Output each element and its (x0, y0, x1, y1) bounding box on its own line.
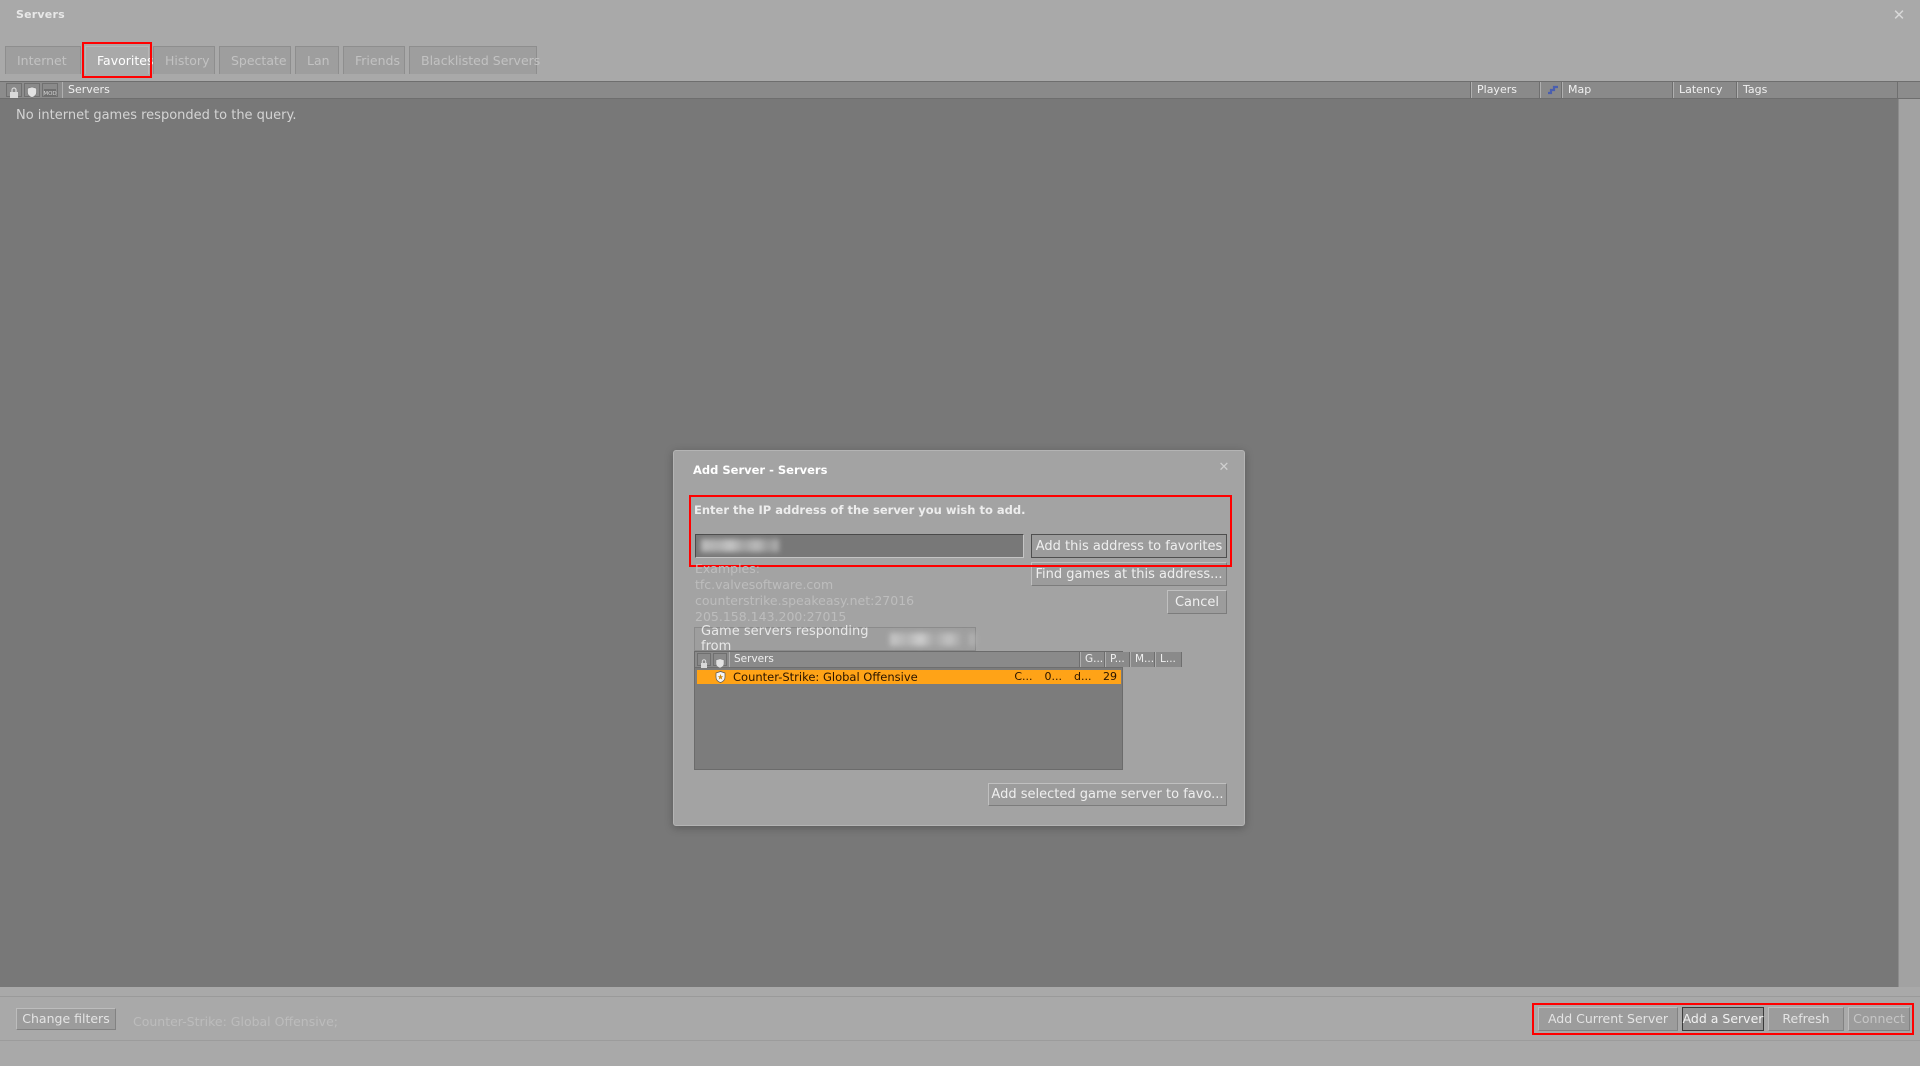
row-latency: 29 (1103, 670, 1117, 683)
column-header-latency[interactable]: Latency (1673, 82, 1737, 98)
row-map: d... (1074, 670, 1092, 683)
row-game: C... (1014, 670, 1033, 683)
lock-icon[interactable] (6, 83, 22, 98)
add-a-server-button[interactable]: Add a Server (1682, 1007, 1764, 1031)
close-icon[interactable]: ✕ (1888, 4, 1910, 26)
lock-icon[interactable] (697, 653, 711, 668)
column-header-tags[interactable]: Tags (1737, 82, 1898, 98)
shield-icon (715, 671, 726, 683)
dialog-column-header-2[interactable]: P... (1105, 652, 1130, 667)
cancel-button[interactable]: Cancel (1167, 590, 1227, 614)
tab-history[interactable]: History (153, 46, 215, 74)
example-address: 205.158.143.200:27015 (695, 609, 847, 624)
column-header-map[interactable]: Map (1562, 82, 1673, 98)
column-header-servers[interactable]: Servers (62, 82, 1471, 98)
mod-icon[interactable]: MOD (42, 83, 58, 97)
window-titlebar: Servers ✕ (0, 0, 1920, 30)
dialog-list-column-header: Servers G... P... M... L... (695, 652, 1182, 669)
tab-friends[interactable]: Friends (343, 46, 405, 74)
table-row[interactable]: Counter-Strike: Global Offensive C... 0.… (697, 670, 1121, 684)
tab-spectate[interactable]: Spectate (219, 46, 291, 74)
tab-favorites[interactable]: Favorites (85, 46, 153, 74)
redacted-ip-value (701, 539, 779, 552)
examples-label: Examples: (695, 561, 760, 576)
column-header-players[interactable]: Players (1471, 82, 1540, 98)
ip-address-input[interactable] (695, 534, 1024, 558)
connect-button[interactable]: Connect (1848, 1007, 1910, 1031)
find-games-at-address-button[interactable]: Find games at this address... (1031, 562, 1227, 586)
vertical-scrollbar[interactable] (1898, 99, 1920, 987)
add-server-dialog: Add Server - Servers ✕ Enter the IP addr… (673, 450, 1245, 826)
responding-from-box: Game servers responding from (694, 624, 976, 654)
shield-icon[interactable] (713, 653, 727, 669)
dialog-prompt: Enter the IP address of the server you w… (694, 503, 1026, 517)
tab-lan[interactable]: Lan (295, 46, 339, 74)
dialog-title: Add Server - Servers (693, 463, 828, 477)
dialog-column-header-4[interactable]: L... (1155, 652, 1182, 667)
redacted-responding-value (889, 632, 975, 646)
svg-text:MOD: MOD (43, 91, 56, 97)
tab-bar: Internet Favorites History Spectate Lan Frien… (0, 42, 1920, 78)
change-filters-button[interactable]: Change filters (16, 1008, 116, 1030)
bottom-toolbar: Change filters Counter-Strike: Global Of… (0, 996, 1920, 1040)
dialog-column-header-0[interactable]: Servers (729, 652, 1080, 667)
dialog-close-icon[interactable]: ✕ (1215, 459, 1233, 477)
shield-icon[interactable] (24, 83, 40, 98)
row-players: 0... (1044, 670, 1063, 683)
page-title: Servers (16, 8, 65, 21)
add-current-server-button[interactable]: Add Current Server (1538, 1007, 1678, 1031)
main-list-column-header: MOD Servers Players Map Latency Tags (0, 81, 1920, 99)
example-address: tfc.valvesoftware.com (695, 577, 834, 592)
dialog-server-list[interactable]: Servers G... P... M... L... Counter-Strike: … (694, 651, 1182, 770)
example-address: counterstrike.speakeasy.net:27016 (695, 593, 915, 608)
tab-internet[interactable]: Internet (5, 46, 81, 74)
add-address-to-favorites-button[interactable]: Add this address to favorites (1031, 534, 1227, 558)
examples-block: Examples: tfc.valvesoftware.com counterstr… (695, 561, 914, 625)
add-selected-server-button[interactable]: Add selected game server to favo... (988, 783, 1227, 806)
empty-list-message: No internet games responded to the query… (16, 108, 297, 123)
server-name: Counter-Strike: Global Offensive (733, 670, 918, 684)
dialog-column-header-3[interactable]: M... (1130, 652, 1155, 667)
tab-blacklisted-servers[interactable]: Blacklisted Servers (409, 46, 540, 74)
bottom-right-button-group: Add Current Server Add a Server Refresh Con… (1538, 1007, 1910, 1031)
servers-window: Servers ✕ Internet Favorites History Specta… (0, 0, 1920, 1066)
sort-icon[interactable] (1540, 82, 1562, 98)
window-footer (0, 1040, 1920, 1066)
responding-from-label: Game servers responding from (701, 624, 869, 654)
dialog-column-header-1[interactable]: G... (1080, 652, 1105, 667)
server-row-values: C... 0... d... 29 (1007, 670, 1117, 684)
filter-description: Counter-Strike: Global Offensive; (133, 1014, 338, 1029)
refresh-button[interactable]: Refresh (1768, 1007, 1844, 1031)
